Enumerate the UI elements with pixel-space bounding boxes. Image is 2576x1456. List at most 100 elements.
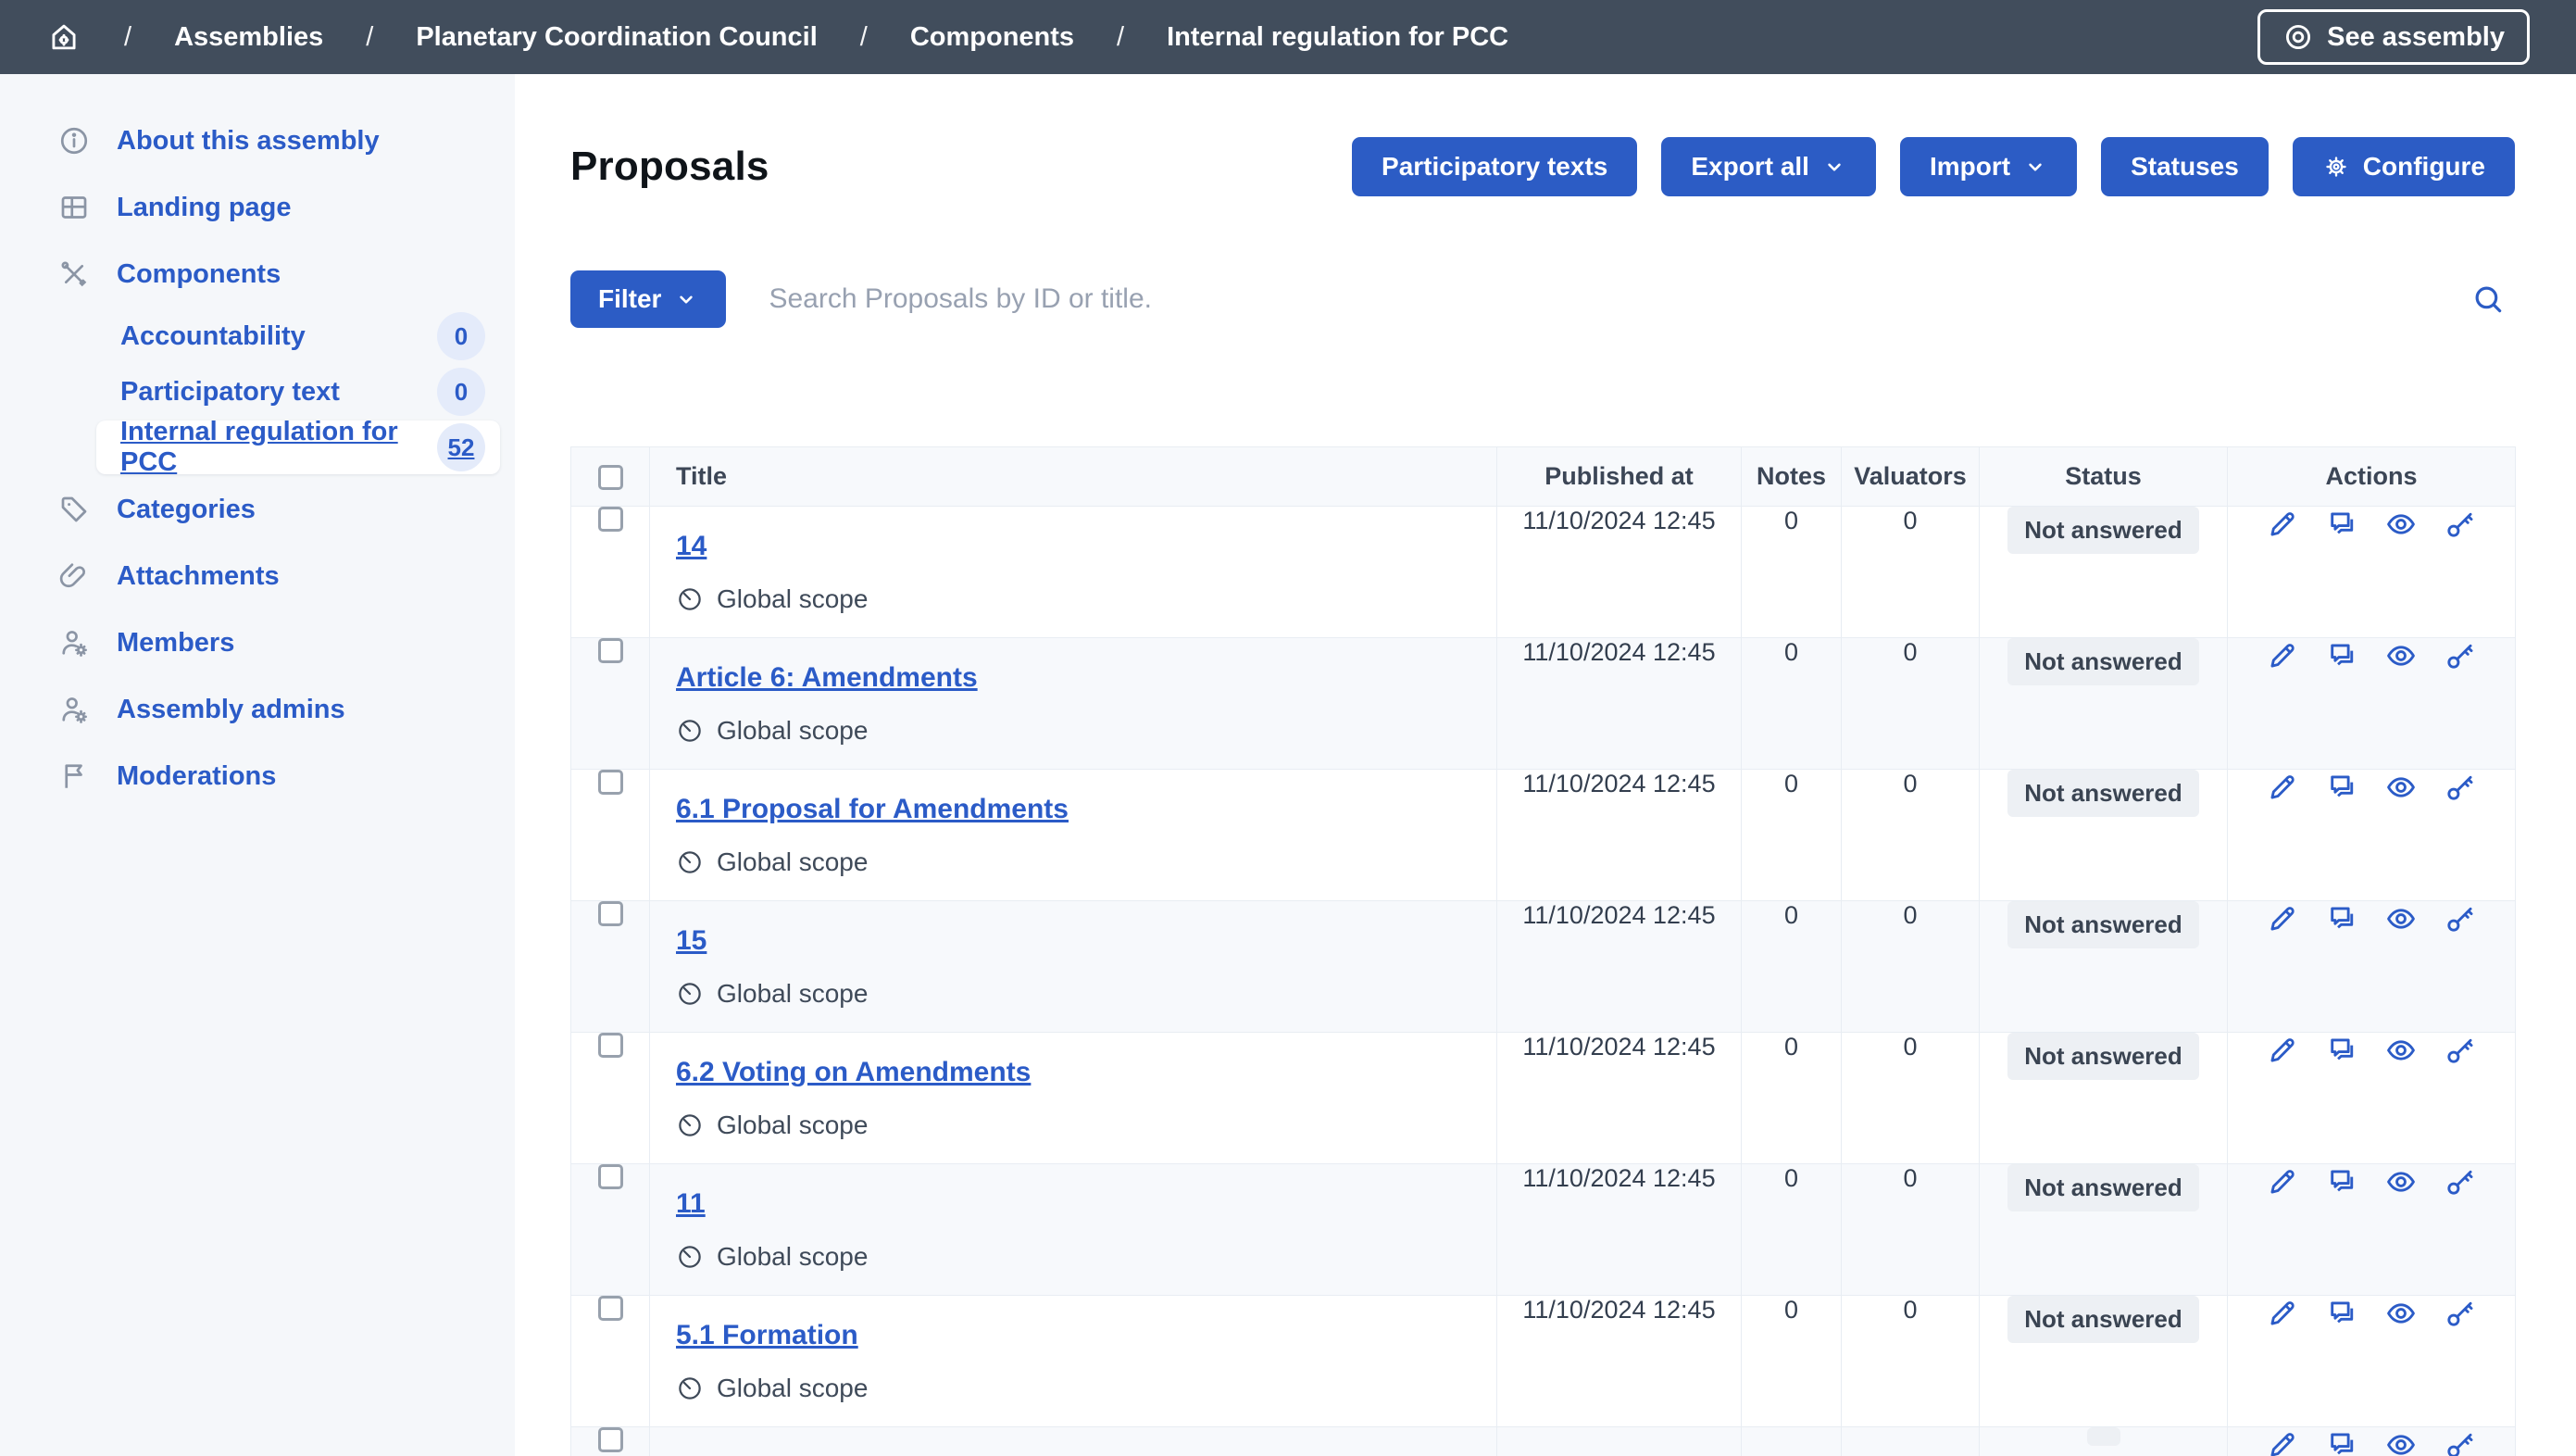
permissions-icon[interactable] [2443, 1296, 2478, 1331]
sidebar-item-attachments[interactable]: Attachments [0, 543, 515, 609]
preview-icon[interactable] [2383, 1164, 2419, 1199]
export-all-button[interactable]: Export all [1661, 137, 1876, 196]
sidebar-subitem-accountability[interactable]: Accountability 0 [96, 309, 500, 363]
preview-icon[interactable] [2383, 1427, 2419, 1456]
permissions-icon[interactable] [2443, 638, 2478, 673]
row-checkbox[interactable] [598, 901, 623, 926]
notes-icon[interactable] [2324, 1296, 2359, 1331]
edit-icon[interactable] [2265, 1164, 2300, 1199]
edit-icon[interactable] [2265, 1033, 2300, 1068]
proposal-title-link[interactable]: 6.2 Voting on Amendments [676, 1057, 1031, 1087]
home-icon[interactable] [46, 19, 81, 55]
proposal-title-link[interactable]: 15 [676, 925, 707, 956]
breadcrumb-assemblies[interactable]: Assemblies [174, 22, 323, 53]
scope-icon [676, 1243, 704, 1271]
page-title: Proposals [570, 144, 769, 190]
column-header-actions: Actions [2228, 447, 2516, 507]
select-all-checkbox[interactable] [598, 465, 623, 490]
breadcrumb-separator: / [124, 22, 131, 53]
row-checkbox[interactable] [598, 770, 623, 795]
configure-button[interactable]: Configure [2293, 137, 2515, 196]
permissions-icon[interactable] [2443, 770, 2478, 805]
preview-icon[interactable] [2383, 1033, 2419, 1068]
preview-icon[interactable] [2383, 507, 2419, 542]
sidebar-item-landing-page[interactable]: Landing page [0, 174, 515, 241]
permissions-icon[interactable] [2443, 1033, 2478, 1068]
table-header-row: Title Published at Notes Valuators Statu… [571, 447, 2516, 507]
notes-icon[interactable] [2324, 901, 2359, 936]
notes-count-cell: 0 [1742, 770, 1842, 901]
flag-icon [57, 759, 91, 793]
proposal-title-link[interactable]: 12 [676, 1451, 707, 1456]
sidebar: About this assembly Landing page Compone… [0, 74, 515, 1456]
edit-icon[interactable] [2265, 770, 2300, 805]
table-row: 6.2 Voting on Amendments Global scope 11… [571, 1033, 2516, 1164]
sidebar-item-moderations[interactable]: Moderations [0, 743, 515, 810]
import-button[interactable]: Import [1900, 137, 2077, 196]
edit-icon[interactable] [2265, 901, 2300, 936]
participatory-texts-button[interactable]: Participatory texts [1352, 137, 1637, 196]
edit-icon[interactable] [2265, 638, 2300, 673]
column-header-title: Title [650, 447, 1497, 507]
sidebar-item-assembly-admins[interactable]: Assembly admins [0, 676, 515, 743]
search-input[interactable] [769, 283, 2465, 315]
column-header-published-at: Published at [1497, 447, 1742, 507]
proposal-scope: Global scope [676, 584, 1478, 614]
notes-icon[interactable] [2324, 1033, 2359, 1068]
row-checkbox[interactable] [598, 507, 623, 532]
published-at-cell: 11/10/2024 12:45 [1497, 638, 1742, 770]
import-label: Import [1930, 152, 2010, 182]
published-at-cell [1497, 1427, 1742, 1456]
tag-icon [57, 493, 91, 526]
row-checkbox[interactable] [598, 638, 623, 663]
edit-icon[interactable] [2265, 1296, 2300, 1331]
status-badge: Not answered [2007, 1033, 2199, 1080]
edit-icon[interactable] [2265, 507, 2300, 542]
proposal-title-link[interactable]: Article 6: Amendments [676, 662, 978, 693]
proposal-title-link[interactable]: 6.1 Proposal for Amendments [676, 794, 1069, 824]
sidebar-item-label: Moderations [117, 761, 276, 792]
row-checkbox[interactable] [598, 1033, 623, 1058]
row-checkbox[interactable] [598, 1427, 623, 1452]
sidebar-subitem-participatory-text[interactable]: Participatory text 0 [96, 365, 500, 419]
row-checkbox[interactable] [598, 1164, 623, 1189]
valuators-count-cell [1842, 1427, 1980, 1456]
sidebar-item-about[interactable]: About this assembly [0, 107, 515, 174]
preview-icon[interactable] [2383, 901, 2419, 936]
breadcrumb-components[interactable]: Components [910, 22, 1074, 53]
paperclip-icon [57, 559, 91, 593]
sidebar-subitem-internal-regulation[interactable]: Internal regulation for PCC 52 [96, 420, 500, 474]
permissions-icon[interactable] [2443, 1164, 2478, 1199]
notes-icon[interactable] [2324, 638, 2359, 673]
sidebar-item-members[interactable]: Members [0, 609, 515, 676]
permissions-icon[interactable] [2443, 1427, 2478, 1456]
notes-icon[interactable] [2324, 507, 2359, 542]
proposal-title-link[interactable]: 5.1 Formation [676, 1320, 858, 1350]
see-assembly-button[interactable]: See assembly [2257, 9, 2530, 65]
notes-count-cell: 0 [1742, 638, 1842, 770]
see-assembly-label: See assembly [2327, 22, 2505, 53]
published-at-cell: 11/10/2024 12:45 [1497, 1033, 1742, 1164]
edit-icon[interactable] [2265, 1427, 2300, 1456]
filter-button[interactable]: Filter [570, 270, 726, 328]
breadcrumb-assembly-name[interactable]: Planetary Coordination Council [416, 22, 817, 53]
notes-icon[interactable] [2324, 1427, 2359, 1456]
permissions-icon[interactable] [2443, 507, 2478, 542]
proposal-scope: Global scope [676, 1111, 1478, 1140]
chevron-down-icon [674, 287, 698, 311]
preview-icon[interactable] [2383, 1296, 2419, 1331]
preview-icon[interactable] [2383, 770, 2419, 805]
sidebar-item-components[interactable]: Components [0, 241, 515, 308]
statuses-button[interactable]: Statuses [2101, 137, 2269, 196]
proposal-title-link[interactable]: 14 [676, 531, 707, 561]
row-checkbox[interactable] [598, 1296, 623, 1321]
preview-icon[interactable] [2383, 638, 2419, 673]
proposal-title-link[interactable]: 11 [676, 1188, 706, 1219]
notes-count-cell: 0 [1742, 1296, 1842, 1427]
permissions-icon[interactable] [2443, 901, 2478, 936]
scope-label: Global scope [717, 979, 868, 1009]
search-icon[interactable] [2465, 276, 2511, 322]
notes-icon[interactable] [2324, 1164, 2359, 1199]
sidebar-item-categories[interactable]: Categories [0, 476, 515, 543]
notes-icon[interactable] [2324, 770, 2359, 805]
